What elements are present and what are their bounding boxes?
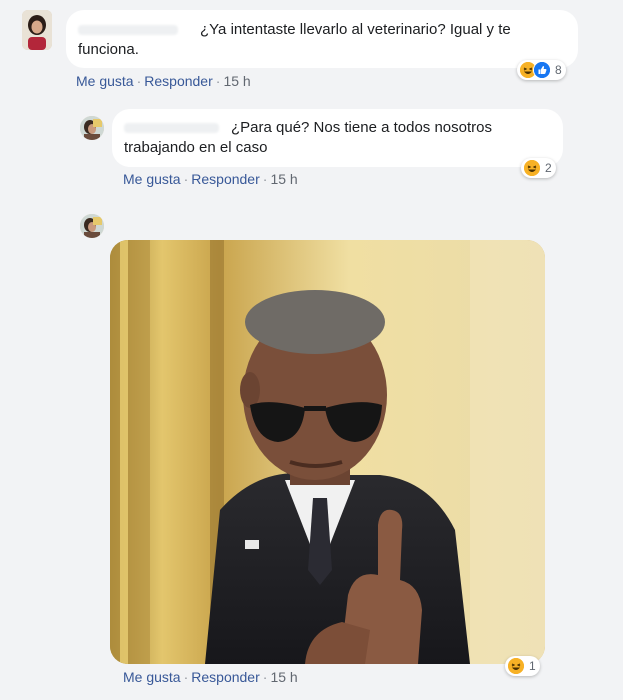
separator-dot: ·: [262, 171, 268, 187]
reaction-summary[interactable]: 1: [505, 656, 540, 676]
separator-dot: ·: [136, 73, 142, 89]
reaction-summary[interactable]: 2: [521, 158, 556, 178]
gif-image: [110, 240, 545, 664]
avatar-photo: [80, 214, 104, 238]
reply-link[interactable]: Responder: [144, 73, 213, 89]
reaction-count: 1: [529, 659, 536, 673]
replier-avatar[interactable]: [80, 116, 104, 140]
separator-dot: ·: [183, 669, 189, 685]
reply-actions: Me gusta · Responder · 15 h: [123, 669, 298, 685]
replier-avatar[interactable]: [80, 214, 104, 238]
commenter-name-redacted[interactable]: [78, 25, 178, 36]
separator-dot: ·: [215, 73, 221, 89]
comment-actions: Me gusta · Responder · 15 h: [76, 73, 251, 89]
timestamp[interactable]: 15 h: [270, 171, 297, 187]
avatar-photo: [22, 10, 52, 50]
like-link[interactable]: Me gusta: [123, 669, 181, 685]
timestamp[interactable]: 15 h: [223, 73, 250, 89]
like-icon: [533, 61, 551, 79]
haha-icon: [507, 657, 525, 675]
comment-bubble: ¿Ya intentaste llevarlo al veterinario? …: [66, 10, 578, 68]
separator-dot: ·: [183, 171, 189, 187]
reply-link[interactable]: Responder: [191, 669, 260, 685]
timestamp[interactable]: 15 h: [270, 669, 297, 685]
like-link[interactable]: Me gusta: [123, 171, 181, 187]
separator-dot: ·: [262, 669, 268, 685]
avatar-photo: [80, 116, 104, 140]
haha-icon: [523, 159, 541, 177]
reply-link[interactable]: Responder: [191, 171, 260, 187]
reaction-summary[interactable]: 8: [517, 60, 566, 80]
gif-attachment[interactable]: [110, 240, 545, 664]
commenter-avatar[interactable]: [22, 10, 52, 50]
reaction-count: 8: [555, 63, 562, 77]
reply-actions: Me gusta · Responder · 15 h: [123, 171, 298, 187]
replier-name-redacted[interactable]: [124, 123, 219, 134]
like-link[interactable]: Me gusta: [76, 73, 134, 89]
reply-bubble: ¿Para qué? Nos tiene a todos nosotros tr…: [112, 109, 563, 167]
reaction-count: 2: [545, 161, 552, 175]
